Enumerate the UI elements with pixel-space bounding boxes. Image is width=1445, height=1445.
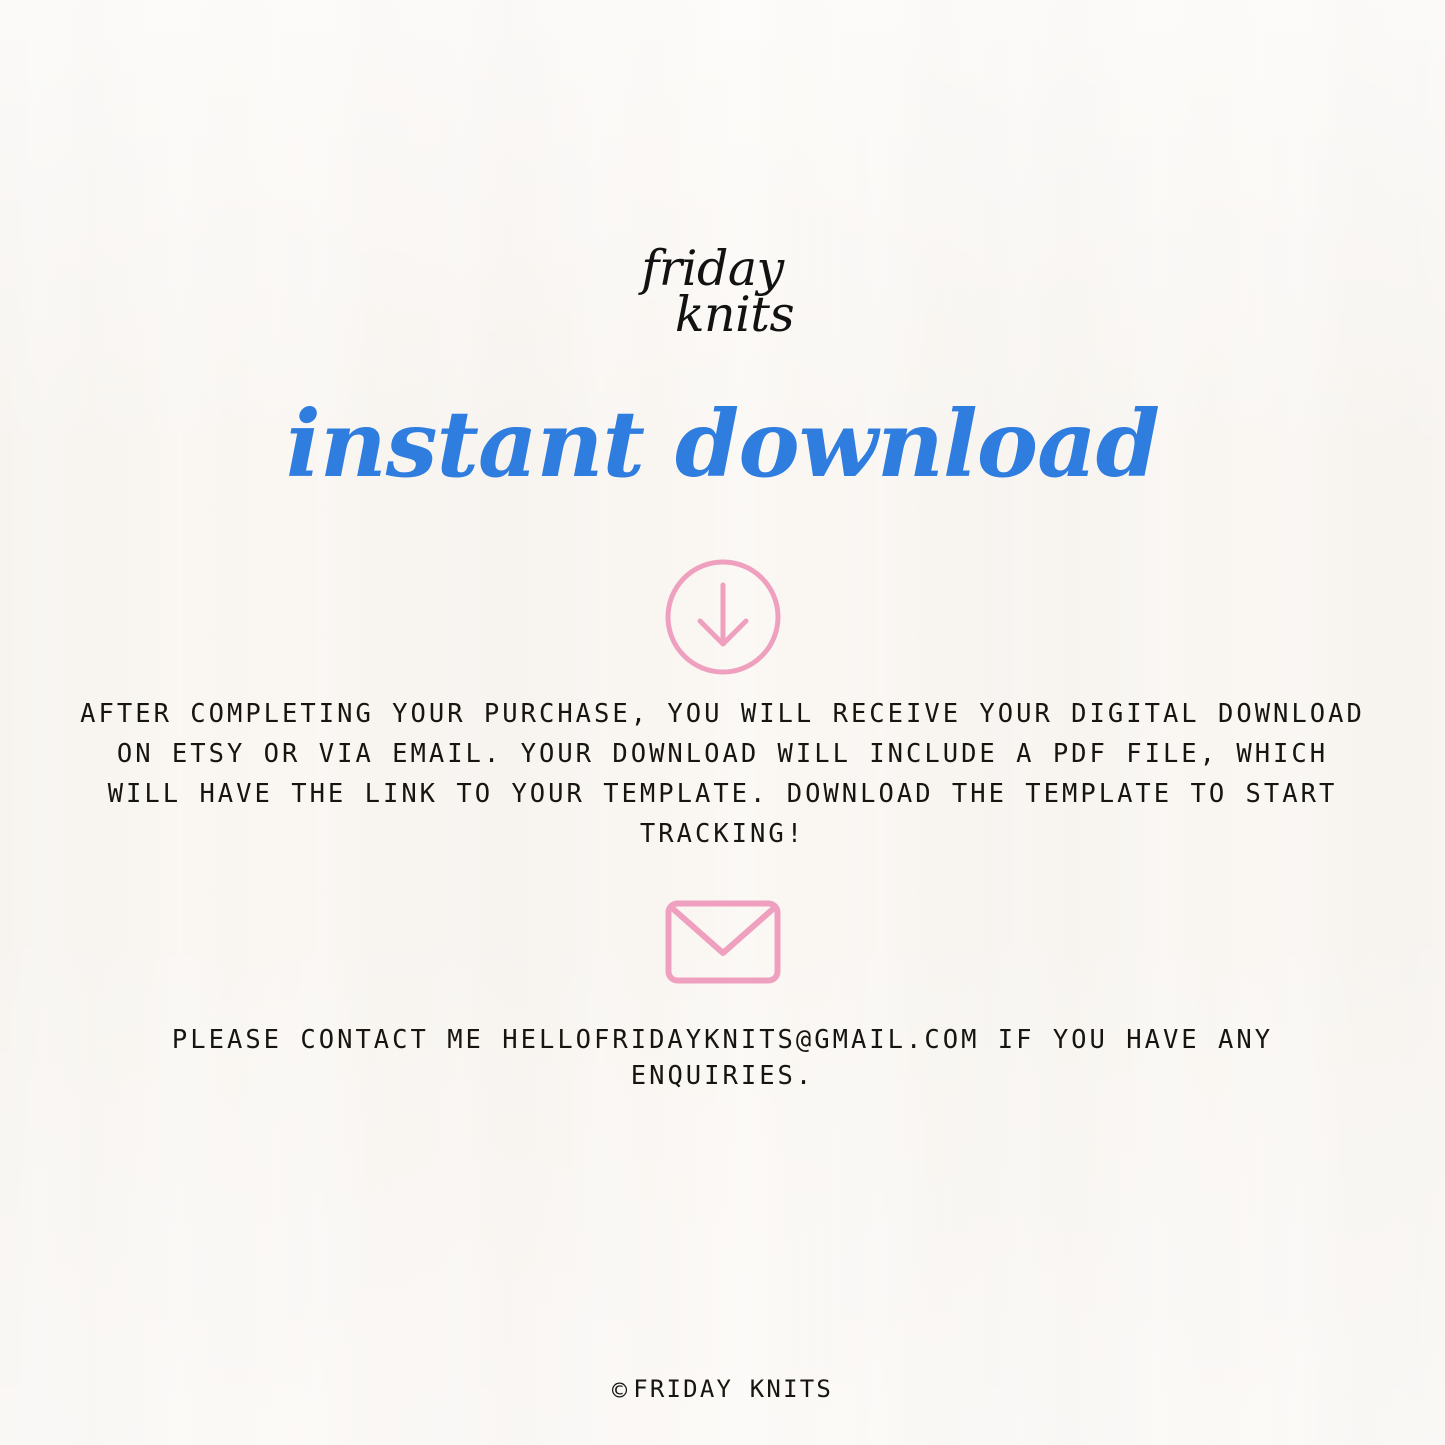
page-title: instant download bbox=[285, 390, 1160, 498]
copyright-icon: © bbox=[611, 1375, 630, 1405]
contact-paragraph: PLEASE CONTACT ME HELLOFRIDAYKNITS@GMAIL… bbox=[171, 1025, 1274, 1091]
footer-copyright: © FRIDAY KNITS bbox=[0, 1375, 1445, 1403]
instructions-paragraph: AFTER COMPLETING YOUR PURCHASE, YOU WILL… bbox=[80, 699, 1365, 849]
brand-logo-line-knits: knits bbox=[674, 286, 795, 344]
download-circle-arrow-icon bbox=[665, 559, 780, 675]
brand-logo-line-friday: friday bbox=[641, 240, 784, 297]
email-icon-wrap bbox=[0, 900, 1445, 984]
brand-logo: friday knits bbox=[0, 240, 1445, 344]
footer-brand-label: FRIDAY KNITS bbox=[633, 1375, 834, 1403]
instant-download-page: friday knits instant download AFTER COMP… bbox=[0, 0, 1445, 1445]
envelope-icon bbox=[665, 900, 780, 984]
download-icon-wrap bbox=[0, 557, 1445, 677]
